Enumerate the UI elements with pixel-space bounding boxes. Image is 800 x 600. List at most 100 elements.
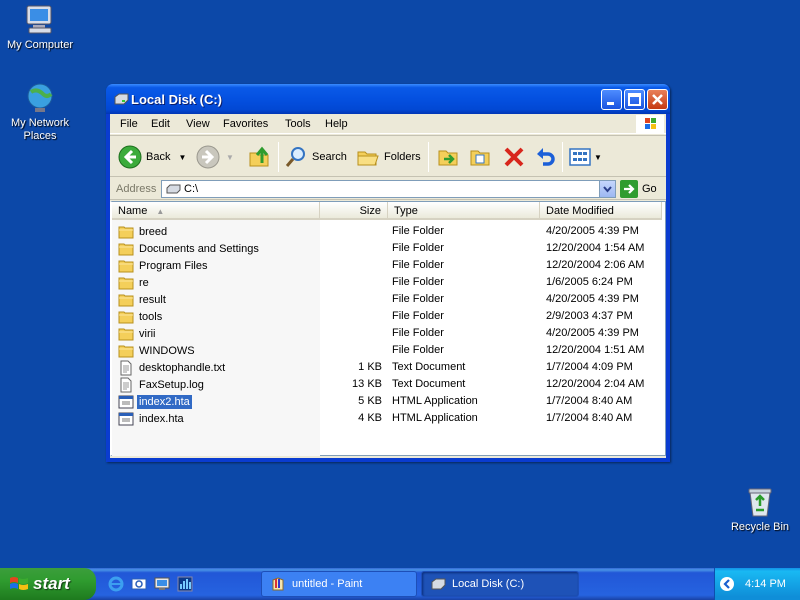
file-name: Program Files xyxy=(139,260,208,272)
toolbar-separator xyxy=(278,142,279,172)
explorer-window: Local Disk (C:) File Edit View Favorites… xyxy=(106,84,670,462)
file-name-cell: Program Files xyxy=(118,258,209,274)
desktop-icon-my-network-places[interactable]: My Network Places xyxy=(0,82,80,143)
file-name: desktophandle.txt xyxy=(139,362,226,374)
internet-explorer-icon[interactable] xyxy=(108,576,124,592)
task-label: Local Disk (C:) xyxy=(452,578,525,590)
go-button[interactable]: Go xyxy=(620,180,657,198)
file-size: 4 KB xyxy=(358,412,382,424)
file-name-cell: virii xyxy=(118,326,158,342)
minimize-button[interactable] xyxy=(601,89,622,110)
file-row[interactable]: result File Folder 4/20/2005 4:39 PM xyxy=(112,291,666,308)
task-paint[interactable]: untitled - Paint xyxy=(261,571,417,597)
address-dropdown-button[interactable] xyxy=(599,181,615,197)
back-dropdown-icon[interactable]: ▼ xyxy=(178,153,186,162)
task-label: untitled - Paint xyxy=(292,578,363,590)
drive-icon xyxy=(166,184,181,194)
file-date-modified: 1/6/2005 6:24 PM xyxy=(546,276,633,288)
menu-help[interactable]: Help xyxy=(325,118,348,130)
desktop-icon-recycle-bin[interactable]: Recycle Bin xyxy=(720,486,800,534)
toolbar: Back ▼ ▼ Search Folders ▼ xyxy=(110,135,666,177)
address-bar: Address C:\ Go xyxy=(110,178,666,200)
task-local-disk[interactable]: Local Disk (C:) xyxy=(421,571,579,597)
hta-file-icon xyxy=(118,412,134,426)
folder-icon xyxy=(118,277,134,290)
undo-button[interactable] xyxy=(534,142,558,172)
file-row[interactable]: re File Folder 1/6/2005 6:24 PM xyxy=(112,274,666,291)
file-date-modified: 1/7/2004 8:40 AM xyxy=(546,412,633,424)
menu-tools[interactable]: Tools xyxy=(285,118,311,130)
folders-button[interactable]: Folders xyxy=(356,142,421,172)
back-button[interactable]: Back ▼ xyxy=(118,142,186,172)
menu-favorites[interactable]: Favorites xyxy=(223,118,268,130)
file-type: Text Document xyxy=(392,361,466,373)
delete-button[interactable] xyxy=(502,142,526,172)
move-to-icon xyxy=(438,150,458,166)
start-label: start xyxy=(33,574,70,593)
file-name: index.hta xyxy=(139,413,184,425)
outlook-express-icon[interactable] xyxy=(131,576,147,592)
menu-file[interactable]: File xyxy=(120,118,138,130)
file-date-modified: 1/7/2004 4:09 PM xyxy=(546,361,633,373)
menu-edit[interactable]: Edit xyxy=(151,118,170,130)
forward-button[interactable]: ▼ xyxy=(196,142,234,172)
file-row[interactable]: index2.hta 5 KB HTML Application 1/7/2004 8… xyxy=(112,393,666,410)
file-list[interactable]: Name ▲ Size Type Date Modified breed File… xyxy=(110,201,666,456)
file-row[interactable]: Program Files File Folder 12/20/2004 2:06 … xyxy=(112,257,666,274)
column-header-label: Date Modified xyxy=(546,205,614,217)
file-type: HTML Application xyxy=(392,412,478,424)
file-row[interactable]: desktophandle.txt 1 KB Text Document 1/7/20… xyxy=(112,359,666,376)
folders-icon xyxy=(357,151,379,166)
move-to-button[interactable] xyxy=(436,142,460,172)
window-title: Local Disk (C:) xyxy=(131,92,223,107)
up-folder-button[interactable] xyxy=(248,142,272,172)
maximize-icon xyxy=(628,93,641,106)
file-row[interactable]: tools File Folder 2/9/2003 4:37 PM xyxy=(112,308,666,325)
my-computer-icon xyxy=(26,5,52,34)
column-header-type[interactable]: Type xyxy=(388,202,540,220)
paint-icon xyxy=(272,577,284,591)
file-type: File Folder xyxy=(392,225,444,237)
close-button[interactable] xyxy=(647,89,668,110)
file-row[interactable]: Documents and Settings File Folder 12/20/2… xyxy=(112,240,666,257)
recycle-bin-icon xyxy=(748,488,772,517)
menu-view[interactable]: View xyxy=(186,118,210,130)
column-header-date-modified[interactable]: Date Modified xyxy=(540,202,662,220)
file-row[interactable]: WINDOWS File Folder 12/20/2004 1:51 AM xyxy=(112,342,666,359)
address-value: C:\ xyxy=(184,183,199,195)
minimize-icon xyxy=(607,102,614,105)
file-name-cell: FaxSetup.log xyxy=(118,377,206,393)
clock[interactable]: 4:14 PM xyxy=(745,578,786,590)
file-name: result xyxy=(139,294,166,306)
file-row[interactable]: breed File Folder 4/20/2005 4:39 PM xyxy=(112,223,666,240)
views-button[interactable]: ▼ xyxy=(568,142,602,172)
file-row[interactable]: index.hta 4 KB HTML Application 1/7/2004 8:… xyxy=(112,410,666,427)
column-header-name[interactable]: Name ▲ xyxy=(112,202,320,220)
column-header-size[interactable]: Size xyxy=(320,202,388,220)
file-date-modified: 1/7/2004 8:40 AM xyxy=(546,395,633,407)
copy-to-button[interactable] xyxy=(468,142,492,172)
file-date-modified: 12/20/2004 1:51 AM xyxy=(546,344,645,356)
window-titlebar[interactable]: Local Disk (C:) xyxy=(106,84,670,114)
search-button[interactable]: Search xyxy=(284,142,347,172)
tray-expand-icon[interactable] xyxy=(719,576,735,592)
file-row[interactable]: virii File Folder 4/20/2005 4:39 PM xyxy=(112,325,666,342)
text-file-icon xyxy=(120,360,132,376)
file-name: Documents and Settings xyxy=(139,243,259,255)
file-name: breed xyxy=(139,226,168,238)
maximize-button[interactable] xyxy=(624,89,645,110)
media-player-icon[interactable] xyxy=(177,576,193,592)
forward-dropdown-icon: ▼ xyxy=(226,152,234,162)
text-file-icon xyxy=(120,377,132,393)
desktop-icon-my-computer[interactable]: My Computer xyxy=(0,4,80,52)
back-arrow-icon xyxy=(118,145,142,169)
file-name: WINDOWS xyxy=(139,345,195,357)
address-input[interactable]: C:\ xyxy=(161,180,616,198)
up-folder-icon xyxy=(249,146,269,167)
start-button[interactable]: start xyxy=(0,568,96,600)
file-row[interactable]: FaxSetup.log 13 KB Text Document 12/20/2004… xyxy=(112,376,666,393)
desktop-icon-label: Recycle Bin xyxy=(730,521,790,533)
folder-icon xyxy=(118,311,134,324)
file-name: re xyxy=(139,277,149,289)
show-desktop-icon[interactable] xyxy=(154,576,170,592)
